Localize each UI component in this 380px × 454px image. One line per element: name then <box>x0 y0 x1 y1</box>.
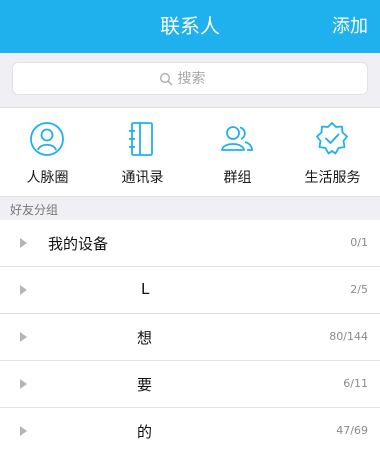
person-circle-icon <box>30 122 64 156</box>
quick-action-label: 通讯录 <box>121 170 164 186</box>
verified-badge-icon <box>316 122 348 155</box>
group-row[interactable]: 的 47/69 <box>0 408 380 454</box>
group-name: 想 <box>137 329 153 347</box>
group-count: 2/5 <box>350 283 368 296</box>
group-name: 我的设备 <box>48 235 109 253</box>
expand-arrow-icon <box>20 285 27 295</box>
expand-arrow-icon <box>20 332 27 342</box>
top-bar: 联系人 添加 <box>0 0 380 53</box>
quick-action-life-services[interactable]: 生活服务 <box>285 108 380 196</box>
expand-arrow-icon <box>20 426 27 436</box>
group-list: 我的设备 0/1 L 2/5 想 80/144 要 6/11 的 47/69 <box>0 220 380 454</box>
group-count: 6/11 <box>343 377 368 390</box>
quick-action-contacts[interactable]: 通讯录 <box>95 108 190 196</box>
group-count: 47/69 <box>336 424 368 437</box>
quick-action-label: 人脉圈 <box>26 170 69 186</box>
group-row[interactable]: 要 6/11 <box>0 361 380 408</box>
group-icon <box>221 126 253 151</box>
group-row[interactable]: L 2/5 <box>0 267 380 314</box>
group-name: 要 <box>137 376 153 394</box>
group-row[interactable]: 想 80/144 <box>0 314 380 361</box>
expand-arrow-icon <box>20 379 27 389</box>
address-book-icon <box>129 122 153 156</box>
quick-actions: 人脉圈 通讯录 群组 生活服务 <box>0 108 380 196</box>
search-input[interactable] <box>177 70 222 87</box>
group-name: 的 <box>137 423 153 441</box>
group-row[interactable]: 我的设备 0/1 <box>0 220 380 267</box>
expand-arrow-icon <box>20 238 27 248</box>
section-header: 好友分组 <box>0 196 380 220</box>
group-count: 0/1 <box>350 236 368 249</box>
search-area <box>0 53 380 107</box>
group-count: 80/144 <box>329 330 368 343</box>
page-title: 联系人 <box>160 14 220 38</box>
quick-action-label: 生活服务 <box>304 170 361 186</box>
quick-action-network[interactable]: 人脉圈 <box>0 108 95 196</box>
search-bar[interactable] <box>12 62 368 95</box>
quick-action-label: 群组 <box>223 170 252 186</box>
section-title: 好友分组 <box>10 203 59 217</box>
add-button[interactable]: 添加 <box>332 14 368 40</box>
group-name: L <box>141 280 150 298</box>
quick-action-groups[interactable]: 群组 <box>190 108 285 196</box>
search-icon <box>159 72 172 85</box>
